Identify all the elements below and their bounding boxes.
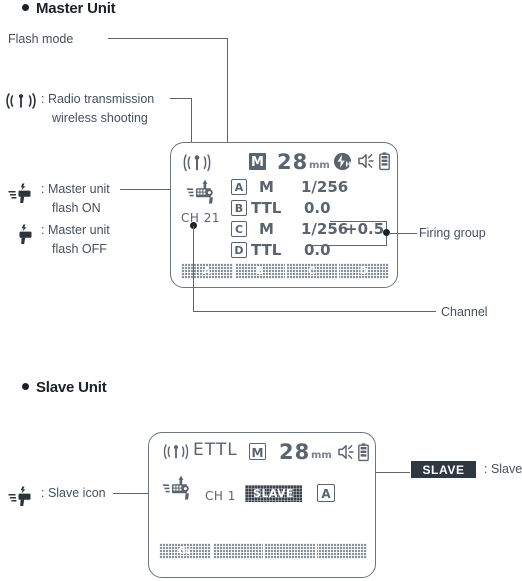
callout-channel: Channel (441, 305, 488, 319)
bullet-icon (22, 4, 29, 11)
master-lcd-group-row-c: C M 1/256 +0.5 (231, 220, 391, 241)
leader-flash-mode-vertical (227, 38, 229, 148)
group-value-a: 1/256 (301, 178, 349, 196)
master-lcd-channel: CH 21 (181, 211, 220, 225)
beep-icon (358, 154, 374, 168)
group-bar-cell-c: C (308, 265, 316, 277)
group-id-c: C (231, 221, 247, 237)
slave-lcd-zoom-unit: mm (311, 450, 332, 461)
slave-unit-heading: Slave Unit (22, 379, 107, 396)
callout-flash-mode: Flash mode (8, 32, 74, 46)
battery-icon (379, 152, 390, 171)
master-unit-heading: Master Unit (22, 0, 116, 17)
master-lcd-group-row-b: B TTL 0.0 (231, 199, 391, 220)
group-bar-cell-1: Gr (177, 545, 193, 557)
master-lcd-panel: M 28 mm H CH 21 A M 1/256 B TTL 0.0 C M … (170, 142, 398, 288)
callout-slave-badge: : Slave (484, 462, 522, 476)
callout-master-on-line1: : Master unit (41, 182, 110, 196)
master-lcd-zoom-value: 28 (277, 150, 309, 174)
master-lcd-battery-icon (379, 152, 390, 171)
slave-lcd-slave-chip: SLAVE (245, 485, 302, 502)
slave-lcd-beep-icon (338, 444, 354, 460)
slave-lcd-mode: ETTL (193, 440, 238, 460)
radio-transmission-icon (163, 444, 189, 460)
legend-slave-chip: SLAVE (411, 461, 476, 478)
slave-icon (163, 475, 189, 500)
slave-lcd-battery-icon (358, 443, 369, 462)
callout-master-off-line2: flash OFF (52, 242, 107, 256)
master-lcd-flash-mode: M (249, 153, 266, 170)
master-lcd-group-row-a: A M 1/256 (231, 178, 391, 199)
leader-firing-group-out (389, 233, 417, 235)
slave-lcd-radio-icon (163, 443, 189, 461)
group-mode-c: M (259, 220, 274, 238)
group-bar-cell-d: D (359, 265, 369, 277)
group-id-b: B (231, 200, 247, 216)
callout-firing-group: Firing group (419, 226, 486, 240)
slave-lcd-group-bar: Gr (159, 543, 367, 559)
master-lcd-zoom-unit: mm (309, 160, 330, 171)
group-bar-cell-4 (317, 543, 367, 559)
slave-icon (8, 486, 31, 506)
legend-slave-icon (8, 485, 36, 507)
group-bar-cell-3 (265, 543, 315, 559)
master-lcd-beep-icon (358, 153, 374, 169)
master-lcd-master-icon (185, 179, 225, 209)
slave-lcd-flash-mode: M (249, 443, 266, 460)
group-comp-c: +0.5 (345, 220, 385, 238)
leader-firing-group-bottom (310, 245, 387, 247)
slave-lcd-group: A (317, 484, 335, 502)
leader-master-on-horizontal (120, 189, 172, 191)
group-value-c: 1/256 (301, 220, 349, 238)
group-id-a: A (231, 179, 247, 195)
radio-transmission-icon (6, 93, 36, 109)
master-flash-on-icon (187, 179, 213, 204)
callout-slave-icon: : Slave icon (41, 486, 106, 500)
callout-master-off-line1: : Master unit (41, 223, 110, 237)
group-mode-a: M (259, 178, 274, 196)
group-mode-d: TTL (251, 241, 282, 259)
legend-master-off-icon (14, 223, 36, 245)
slave-lcd-slave-icon (161, 475, 201, 505)
slave-unit-heading-label: Slave Unit (36, 379, 107, 396)
beep-icon (338, 445, 354, 459)
group-value-b: 0.0 (304, 199, 331, 217)
group-bar-cell-b: B (255, 265, 265, 277)
leader-channel-horizontal (193, 311, 436, 313)
group-mode-b: TTL (251, 199, 282, 217)
slave-lcd-zoom-value: 28 (279, 440, 311, 464)
master-lcd-hs-icon: H (333, 152, 352, 171)
master-flash-off-icon (19, 224, 32, 244)
svg-text:H: H (345, 161, 351, 169)
master-unit-heading-label: Master Unit (36, 0, 116, 17)
legend-master-on-icon (8, 182, 36, 204)
master-lcd-radio-icon (183, 153, 211, 173)
slave-lcd-channel: CH 1 (205, 489, 236, 503)
group-bar-cell-2 (213, 543, 263, 559)
leader-radio-vertical (191, 98, 193, 148)
slave-lcd-panel: ETTL M 28 mm CH 1 SLAVE A Gr (148, 432, 376, 578)
group-value-d: 0.0 (304, 241, 331, 259)
group-id-d: D (231, 242, 247, 258)
leader-radio-horizontal (170, 98, 192, 100)
group-bar-cell-a: A (202, 265, 212, 277)
bullet-icon (22, 383, 29, 390)
callout-radio-line1: : Radio transmission (41, 92, 155, 106)
leader-channel-vertical (193, 226, 195, 312)
battery-icon (358, 443, 369, 462)
callout-master-on-line2: flash ON (52, 201, 101, 215)
master-lcd-group-bar: A B C D (181, 263, 389, 279)
leader-flash-mode-horizontal (108, 38, 228, 40)
leader-firing-group-top (330, 221, 387, 223)
high-speed-sync-icon: H (333, 152, 351, 171)
master-flash-on-icon (8, 183, 31, 203)
legend-radio-icon (6, 92, 36, 110)
callout-radio-line2: wireless shooting (52, 111, 148, 125)
radio-transmission-icon (183, 154, 211, 172)
